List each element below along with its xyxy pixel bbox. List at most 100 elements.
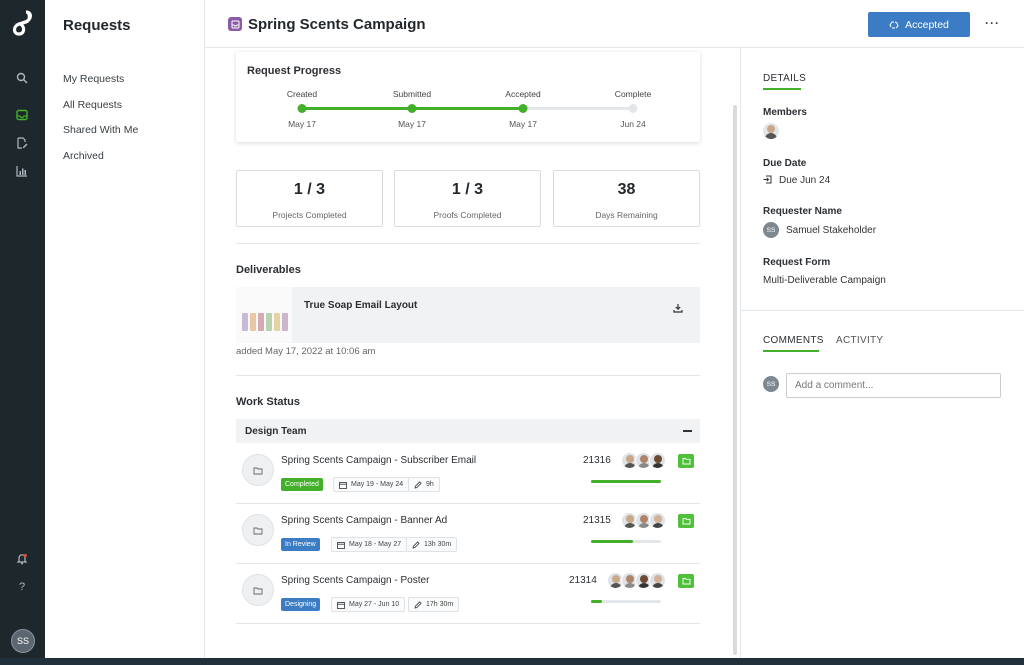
assignee-avatar[interactable]	[649, 452, 666, 469]
user-avatar[interactable]: SS	[11, 629, 35, 653]
request-form-label: Request Form	[763, 257, 831, 268]
search-icon[interactable]	[12, 68, 32, 88]
more-options-button[interactable]: ···	[985, 16, 1000, 30]
requester-label: Requester Name	[763, 206, 842, 217]
work-row[interactable]: Spring Scents Campaign - Banner Ad In Re…	[236, 504, 700, 564]
progress-title: Request Progress	[247, 65, 342, 77]
collapse-icon[interactable]	[683, 430, 692, 432]
deliverable-name[interactable]: True Soap Email Layout	[304, 300, 417, 311]
nav-item-all-requests[interactable]: All Requests	[63, 99, 122, 111]
open-folder-icon[interactable]	[678, 454, 694, 468]
calendar-icon	[337, 541, 345, 549]
stat-days-remaining: 38 Days Remaining	[553, 170, 700, 227]
app-logo-icon[interactable]	[8, 8, 38, 38]
stat-value: 1 / 3	[451, 181, 484, 198]
requester-value: Samuel Stakeholder	[786, 225, 877, 236]
open-folder-icon[interactable]	[678, 514, 694, 528]
project-id: 21315	[583, 515, 611, 526]
assignee-avatar[interactable]	[649, 512, 666, 529]
deliverables-title: Deliverables	[236, 264, 301, 276]
deliverable-item[interactable]: True Soap Email Layout	[236, 287, 700, 343]
step-label-created: Created	[286, 89, 318, 99]
progress-bar-fill	[591, 540, 633, 543]
step-label-submitted: Submitted	[392, 89, 432, 99]
hours-chip: 17h 30m	[408, 597, 460, 612]
progress-bar	[591, 480, 661, 483]
calendar-icon	[339, 481, 347, 489]
open-folder-icon[interactable]	[678, 574, 694, 588]
progress-bar-fill	[591, 600, 602, 603]
date-range: May 18 - May 27	[349, 541, 402, 548]
step-label-complete: Complete	[614, 89, 652, 99]
work-row-title[interactable]: Spring Scents Campaign - Subscriber Emai…	[281, 455, 476, 466]
step-label-accepted: Accepted	[505, 89, 541, 99]
requester-avatar[interactable]: SS	[763, 222, 779, 238]
help-icon[interactable]: ?	[12, 577, 32, 597]
stat-value: 38	[617, 181, 636, 198]
status-badge: Designing	[281, 598, 321, 611]
member-avatar[interactable]	[763, 123, 779, 139]
request-form-value: Multi-Deliverable Campaign	[763, 275, 886, 286]
progress-bar	[591, 600, 661, 603]
scrollbar[interactable]	[733, 105, 737, 655]
notification-icon[interactable]	[12, 549, 32, 569]
tab-comments-underline	[763, 350, 819, 352]
folder-icon	[242, 574, 274, 606]
nav-item-archived[interactable]: Archived	[63, 150, 104, 162]
stat-proofs-completed: 1 / 3 Proofs Completed	[394, 170, 541, 227]
stat-label: Days Remaining	[595, 210, 658, 220]
deliverable-added-date: added May 17, 2022 at 10:06 am	[236, 346, 376, 357]
stat-projects-completed: 1 / 3 Projects Completed	[236, 170, 383, 227]
edit-icon[interactable]	[12, 133, 32, 153]
project-id: 21316	[583, 455, 611, 466]
assignee-avatar[interactable]	[649, 572, 666, 589]
date-range-chip: May 19 - May 24	[333, 477, 410, 492]
commenter-avatar: SS	[763, 376, 779, 392]
nav-item-shared-with-me[interactable]: Shared With Me	[63, 124, 138, 136]
os-taskbar	[0, 658, 1024, 665]
date-range-chip: May 18 - May 27	[331, 537, 408, 552]
tab-details[interactable]: DETAILS	[763, 73, 806, 84]
divider	[236, 243, 700, 244]
comment-input[interactable]	[786, 373, 1001, 398]
deliverable-thumbnail[interactable]	[236, 287, 292, 343]
campaign-icon	[228, 17, 242, 31]
tab-comments[interactable]: COMMENTS	[763, 335, 824, 346]
progress-track-pending	[523, 107, 633, 110]
nav-item-my-requests[interactable]: My Requests	[63, 73, 124, 85]
due-date-label: Due Date	[763, 158, 807, 169]
work-row[interactable]: Spring Scents Campaign - Subscriber Emai…	[236, 444, 700, 504]
progress-bar-fill	[591, 480, 661, 483]
pencil-icon	[414, 480, 422, 489]
step-date-created: May 17	[288, 119, 316, 129]
due-date-icon	[763, 175, 773, 187]
work-row-title[interactable]: Spring Scents Campaign - Banner Ad	[281, 515, 447, 526]
date-range: May 19 - May 24	[351, 481, 404, 488]
download-icon[interactable]	[673, 303, 685, 315]
work-row[interactable]: Spring Scents Campaign - Poster Designin…	[236, 564, 700, 624]
stat-value: 1 / 3	[293, 181, 326, 198]
step-dot-created	[297, 104, 307, 113]
team-group-header[interactable]: Design Team	[236, 419, 700, 443]
stat-label: Proofs Completed	[433, 210, 502, 220]
project-id: 21314	[569, 575, 597, 586]
tab-details-underline	[763, 88, 801, 90]
nav-title: Requests	[63, 17, 131, 34]
step-dot-submitted	[407, 104, 417, 113]
app-rail: ? SS	[0, 0, 45, 658]
status-button-label: Accepted	[905, 18, 949, 31]
step-date-accepted: May 17	[509, 119, 537, 129]
pencil-icon	[414, 600, 422, 609]
status-badge: In Review	[281, 538, 320, 551]
reports-icon[interactable]	[12, 161, 32, 181]
tab-activity[interactable]: ACTIVITY	[836, 335, 883, 346]
page-title: Spring Scents Campaign	[248, 16, 426, 33]
status-accepted-button[interactable]: Accepted	[868, 12, 970, 37]
team-name: Design Team	[245, 426, 307, 437]
step-dot-complete	[628, 104, 638, 113]
divider	[740, 310, 1024, 311]
inbox-icon[interactable]	[12, 105, 32, 125]
work-row-title[interactable]: Spring Scents Campaign - Poster	[281, 575, 429, 586]
calendar-icon	[337, 601, 345, 609]
hours: 9h	[426, 481, 434, 488]
